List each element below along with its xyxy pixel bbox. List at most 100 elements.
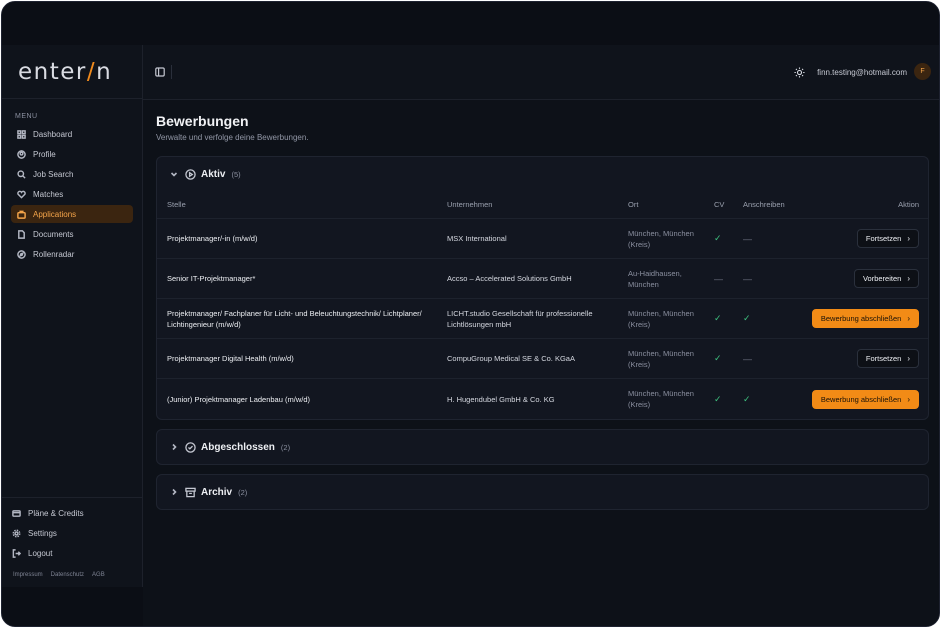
sidebar-item-matches[interactable]: Matches — [11, 185, 133, 203]
table-row: Senior IT-Projektmanager* Accso – Accele… — [157, 259, 928, 299]
sidebar-item-label: Job Search — [33, 169, 74, 179]
continue-button[interactable]: Fortsetzen › — [856, 229, 919, 248]
anschreiben-check-icon: ✓ — [743, 313, 751, 323]
menu-label: MENU — [15, 113, 38, 120]
row-unternehmen: H. Hugendubel GmbH & Co. KG — [447, 394, 555, 404]
prepare-button[interactable]: Vorbereiten › — [853, 269, 919, 288]
table-row: (Junior) Projektmanager Ladenbau (m/w/d)… — [157, 379, 928, 419]
sidebar-item-applications[interactable]: Applications — [11, 205, 133, 223]
row-stelle[interactable]: Senior IT-Projektmanager* — [167, 273, 447, 284]
agb-link[interactable]: AGB — [92, 572, 105, 578]
chevron-right-icon: › — [907, 354, 910, 363]
top-strip — [2, 2, 939, 45]
row-stelle[interactable]: Projektmanager/-in (m/w/d) — [167, 233, 447, 244]
sidebar-item-settings[interactable]: Settings — [6, 524, 133, 542]
section-title: Archiv — [201, 486, 233, 498]
sidebar-item-label: Pläne & Credits — [28, 508, 84, 518]
sidebar-item-label: Rollenradar — [33, 249, 75, 259]
row-ort: München, München (Kreis) — [628, 389, 694, 409]
row-stelle[interactable]: Projektmanager/ Fachplaner für Licht- un… — [167, 308, 447, 330]
active-applications-card: Aktiv (5) Stelle Unternehmen Ort CV Ansc… — [156, 156, 929, 420]
col-header-stelle: Stelle — [167, 200, 186, 209]
search-icon — [17, 169, 26, 179]
active-section-header[interactable]: Aktiv (5) — [157, 157, 928, 191]
sidebar-item-job-search[interactable]: Job Search — [11, 165, 133, 183]
top-header: finn.testing@hotmail.com F — [143, 45, 939, 100]
sidebar-item-label: Applications — [33, 209, 77, 219]
anschreiben-status: — — [743, 353, 752, 364]
logo-slash: / — [86, 58, 97, 85]
chevron-right-icon: › — [907, 394, 910, 404]
user-email[interactable]: finn.testing@hotmail.com — [817, 68, 907, 77]
row-stelle[interactable]: (Junior) Projektmanager Ladenbau (m/w/d) — [167, 394, 447, 405]
page-subtitle: Verwalte und verfolge deine Bewerbungen. — [156, 133, 309, 142]
header-divider — [171, 65, 172, 79]
briefcase-icon — [17, 210, 26, 219]
archive-icon — [185, 487, 196, 497]
cv-check-icon: ✓ — [714, 393, 722, 404]
button-label: Bewerbung abschließen — [820, 394, 902, 404]
logo-end: n — [96, 58, 113, 85]
play-circle-icon — [185, 168, 196, 180]
row-ort: München, München (Kreis) — [628, 348, 694, 369]
chevron-right-icon — [172, 443, 177, 451]
anschreiben-status: — — [743, 273, 752, 284]
table-row: Projektmanager/-in (m/w/d) MSX Internati… — [157, 219, 928, 259]
table-row: Projektmanager Digital Health (m/w/d) Co… — [157, 339, 928, 379]
sidebar-item-rollenradar[interactable]: Rollenradar — [11, 245, 133, 263]
sidebar-item-label: Logout — [28, 548, 53, 558]
row-ort: München, München (Kreis) — [628, 228, 694, 249]
finish-application-button[interactable]: Bewerbung abschließen › — [811, 389, 919, 409]
section-count: (2) — [280, 442, 291, 452]
logout-icon — [12, 548, 21, 558]
button-label: Fortsetzen — [865, 234, 902, 243]
chevron-right-icon: › — [907, 274, 910, 283]
user-icon — [17, 149, 26, 159]
chevron-right-icon — [172, 488, 177, 496]
logo-text: enter — [18, 58, 87, 85]
table-row: Projektmanager/ Fachplaner für Licht- un… — [157, 299, 928, 339]
sidebar-item-documents[interactable]: Documents — [11, 225, 133, 243]
row-stelle[interactable]: Projektmanager Digital Health (m/w/d) — [167, 353, 447, 364]
page-title: Bewerbungen — [156, 113, 249, 129]
sidebar-toggle-icon[interactable] — [155, 67, 165, 77]
completed-applications-card: Abgeschlossen (2) — [156, 429, 929, 465]
sidebar-item-profile[interactable]: Profile — [11, 145, 133, 163]
row-ort: Au-Haidhausen, München — [628, 268, 682, 289]
cv-status: — — [714, 273, 723, 284]
completed-section-header[interactable]: Abgeschlossen (2) — [157, 430, 928, 464]
impressum-link[interactable]: Impressum — [13, 572, 43, 578]
button-label: Vorbereiten — [862, 274, 902, 283]
check-circle-icon — [185, 441, 196, 453]
sidebar-item-label: Documents — [33, 229, 74, 239]
footer-links: Impressum Datenschutz AGB — [13, 572, 142, 578]
cv-check-icon: ✓ — [714, 313, 722, 323]
table-header: Stelle Unternehmen Ort CV Anschreiben Ak… — [157, 191, 928, 219]
continue-button[interactable]: Fortsetzen › — [856, 349, 919, 368]
row-unternehmen: CompuGroup Medical SE & Co. KGaA — [447, 354, 575, 363]
chevron-down-icon — [170, 172, 178, 177]
document-icon — [18, 229, 25, 239]
chevron-right-icon: › — [907, 234, 910, 243]
theme-toggle-icon[interactable] — [794, 67, 805, 78]
logo-area: enter/n — [2, 45, 142, 99]
avatar[interactable]: F — [914, 63, 931, 80]
sidebar-item-dashboard[interactable]: Dashboard — [11, 125, 133, 143]
col-header-unternehmen: Unternehmen — [447, 200, 493, 209]
sidebar-item-logout[interactable]: Logout — [6, 544, 133, 562]
sidebar-item-plans[interactable]: Pläne & Credits — [6, 504, 133, 522]
sidebar-item-label: Dashboard — [33, 129, 73, 139]
archive-section-header[interactable]: Archiv (2) — [157, 475, 928, 509]
row-unternehmen: LICHT.studio Gesellschaft für profession… — [447, 308, 593, 329]
section-count: (5) — [231, 169, 241, 179]
gear-icon — [12, 529, 21, 537]
datenschutz-link[interactable]: Datenschutz — [51, 572, 84, 578]
section-count: (2) — [238, 487, 248, 497]
sidebar-item-label: Settings — [28, 528, 57, 538]
cv-check-icon: ✓ — [714, 353, 722, 363]
col-header-aktion: Aktion — [898, 200, 919, 209]
logo[interactable]: enter/n — [18, 59, 112, 85]
finish-application-button[interactable]: Bewerbung abschließen › — [811, 309, 919, 328]
chevron-right-icon: › — [907, 314, 910, 323]
row-ort: München, München (Kreis) — [628, 308, 694, 329]
